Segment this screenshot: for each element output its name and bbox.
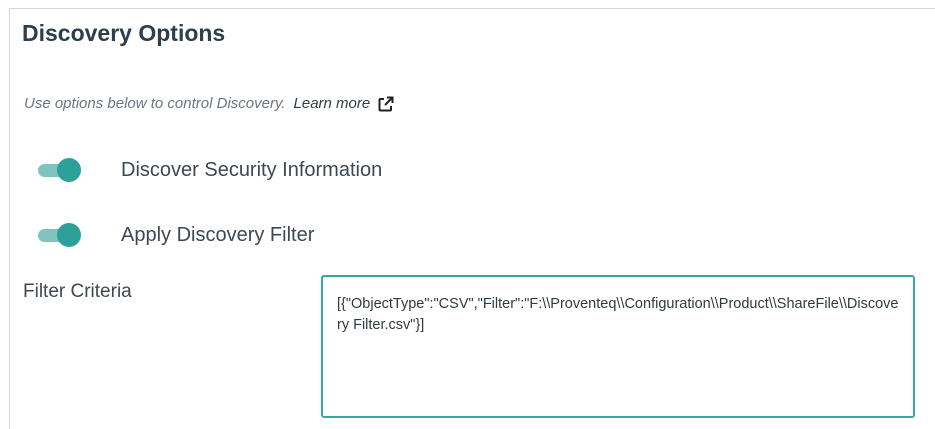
- toggle-row-security: Discover Security Information: [38, 158, 382, 182]
- toggle-knob: [57, 223, 81, 247]
- filter-criteria-textarea[interactable]: [{"ObjectType":"CSV","Filter":"F:\\Prove…: [321, 275, 915, 418]
- discover-security-toggle[interactable]: [38, 158, 82, 182]
- filter-criteria-label: Filter Criteria: [23, 281, 132, 302]
- description-row: Use options below to control Discovery. …: [24, 95, 394, 112]
- external-link-icon[interactable]: [378, 96, 394, 112]
- discover-security-label: Discover Security Information: [121, 158, 383, 181]
- description-text: Use options below to control Discovery.: [24, 95, 286, 112]
- learn-more-link[interactable]: Learn more: [294, 95, 371, 112]
- apply-filter-label: Apply Discovery Filter: [121, 223, 315, 246]
- section-title: Discovery Options: [22, 20, 226, 46]
- toggle-row-filter: Apply Discovery Filter: [38, 223, 314, 247]
- apply-filter-toggle[interactable]: [38, 223, 82, 247]
- toggle-knob: [57, 158, 81, 182]
